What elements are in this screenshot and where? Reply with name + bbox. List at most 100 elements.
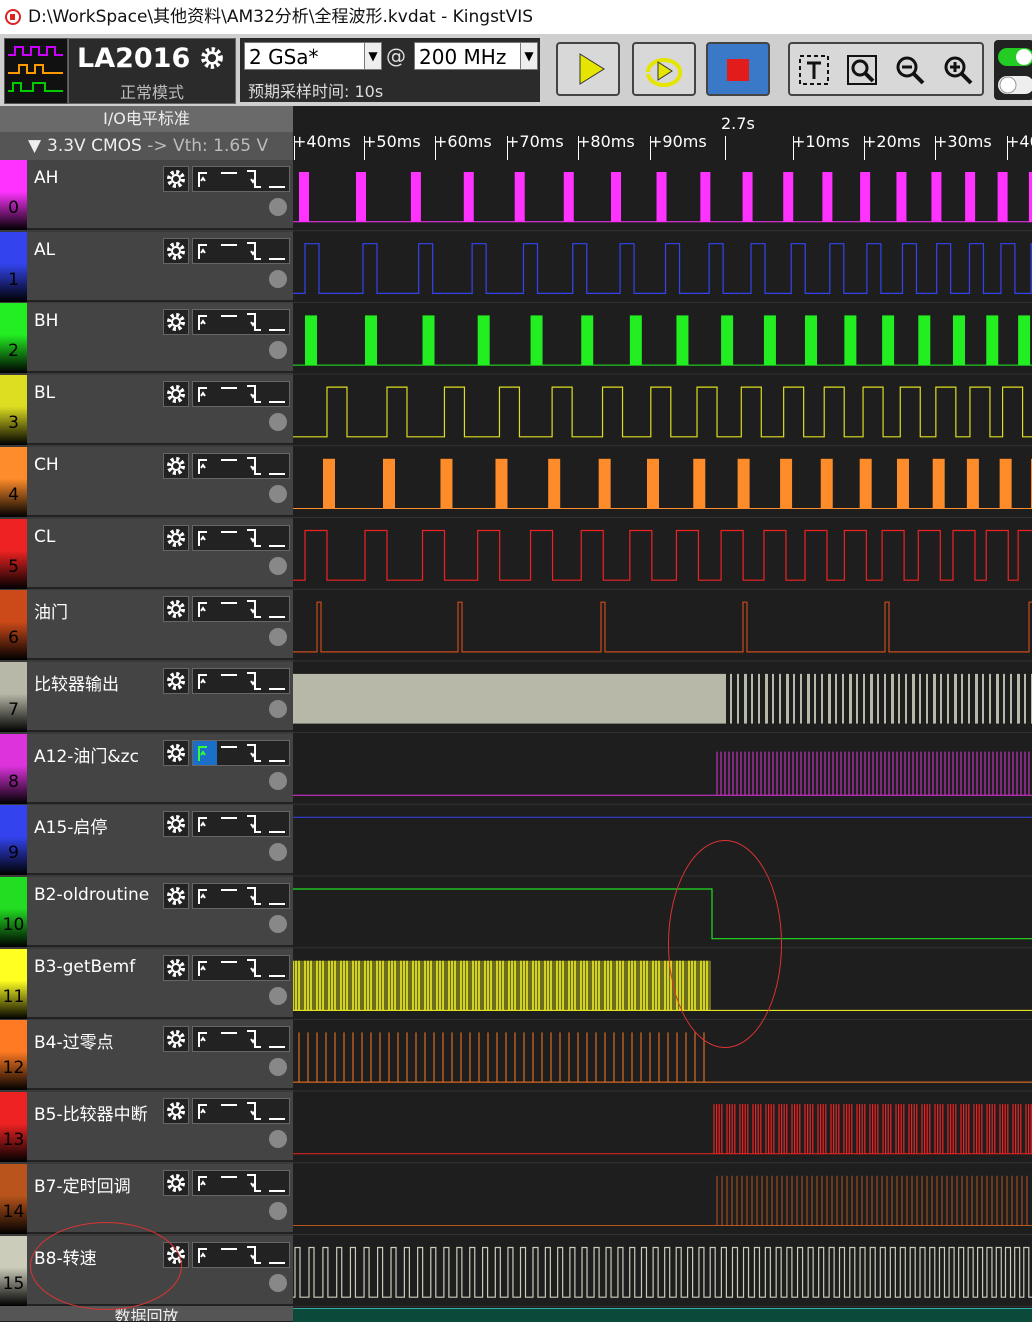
high-level-trigger-icon[interactable] xyxy=(217,956,241,980)
loop-start-button[interactable] xyxy=(632,42,696,96)
falling-edge-trigger-icon[interactable] xyxy=(241,1027,265,1051)
channel-enable-dot[interactable] xyxy=(269,915,287,933)
channel-name[interactable]: BH xyxy=(34,311,58,331)
channel-row[interactable]: 10 B2-oldroutine xyxy=(0,877,293,947)
low-level-trigger-icon[interactable] xyxy=(265,669,289,693)
rising-edge-trigger-icon[interactable] xyxy=(193,382,217,406)
channel-name[interactable]: BL xyxy=(34,383,55,403)
channel-name[interactable]: B4-过零点 xyxy=(34,1028,114,1053)
rising-edge-trigger-icon[interactable] xyxy=(193,310,217,334)
high-level-trigger-icon[interactable] xyxy=(217,239,241,263)
rising-edge-trigger-icon[interactable] xyxy=(193,526,217,550)
channel-row[interactable]: 13 B5-比较器中断 xyxy=(0,1092,293,1163)
channel-row[interactable]: 15 B8-转速 xyxy=(0,1235,293,1306)
gear-icon[interactable] xyxy=(163,1098,189,1125)
rising-edge-trigger-icon[interactable] xyxy=(193,597,217,621)
channel-name[interactable]: 比较器输出 xyxy=(34,670,119,695)
stop-button[interactable] xyxy=(706,42,770,96)
falling-edge-trigger-icon[interactable] xyxy=(241,454,265,478)
data-playback-label[interactable]: 数据回放 xyxy=(0,1306,293,1321)
high-level-trigger-icon[interactable] xyxy=(217,526,241,550)
high-level-trigger-icon[interactable] xyxy=(217,1171,241,1195)
falling-edge-trigger-icon[interactable] xyxy=(241,310,265,334)
gear-icon[interactable] xyxy=(163,811,189,838)
low-level-trigger-icon[interactable] xyxy=(265,310,289,334)
zoom-out-icon[interactable] xyxy=(894,54,926,86)
channel-enable-dot[interactable] xyxy=(269,1273,287,1292)
channel-name[interactable]: CL xyxy=(34,527,55,547)
overview-strip[interactable] xyxy=(293,1308,1032,1322)
gear-icon[interactable] xyxy=(163,237,189,264)
channel-enable-dot[interactable] xyxy=(269,843,287,862)
gear-icon[interactable] xyxy=(163,1026,189,1053)
falling-edge-trigger-icon[interactable] xyxy=(241,239,265,263)
gear-icon[interactable] xyxy=(163,452,189,479)
channel-enable-dot[interactable] xyxy=(269,484,287,503)
channel-name[interactable]: A12-油门&zc xyxy=(34,742,139,767)
channel-row[interactable]: 6 油门 xyxy=(0,590,293,661)
channel-enable-dot[interactable] xyxy=(269,413,287,432)
rising-edge-trigger-icon[interactable] xyxy=(193,740,217,765)
rising-edge-trigger-icon[interactable] xyxy=(193,884,217,908)
channel-row[interactable]: 3 BL xyxy=(0,375,293,446)
channel-row[interactable]: 11 B3-getBemf xyxy=(0,948,293,1019)
low-level-trigger-icon[interactable] xyxy=(265,884,289,908)
low-level-trigger-icon[interactable] xyxy=(265,167,289,191)
channel-enable-dot[interactable] xyxy=(269,1058,287,1077)
channel-enable-dot[interactable] xyxy=(269,986,287,1005)
sample-rate-select[interactable]: 2 GSa* ▼ xyxy=(244,42,382,70)
falling-edge-trigger-icon[interactable] xyxy=(241,956,265,980)
channel-row[interactable]: 0 AH xyxy=(0,160,293,230)
falling-edge-trigger-icon[interactable] xyxy=(241,669,265,693)
channel-name[interactable]: B7-定时回调 xyxy=(34,1172,131,1197)
gear-icon[interactable] xyxy=(163,309,189,336)
start-button[interactable] xyxy=(556,42,620,96)
channel-enable-dot[interactable] xyxy=(269,198,287,216)
device-mode[interactable]: 正常模式 xyxy=(69,79,235,103)
sample-frequency-select[interactable]: 200 MHz ▼ xyxy=(414,42,538,70)
channel-row[interactable]: 7 比较器输出 xyxy=(0,661,293,732)
channel-name[interactable]: CH xyxy=(34,455,59,475)
channel-name[interactable]: AH xyxy=(34,168,58,188)
rising-edge-trigger-icon[interactable] xyxy=(193,1027,217,1051)
gear-icon[interactable] xyxy=(163,1169,189,1196)
rising-edge-trigger-icon[interactable] xyxy=(193,454,217,478)
falling-edge-trigger-icon[interactable] xyxy=(241,597,265,621)
high-level-trigger-icon[interactable] xyxy=(217,454,241,478)
high-level-trigger-icon[interactable] xyxy=(217,741,241,765)
high-level-trigger-icon[interactable] xyxy=(217,1027,241,1051)
channel-name[interactable]: 油门 xyxy=(34,598,68,623)
channel-row[interactable]: 4 CH xyxy=(0,446,293,517)
rising-edge-trigger-icon[interactable] xyxy=(193,1243,217,1267)
falling-edge-trigger-icon[interactable] xyxy=(241,526,265,550)
time-ruler[interactable]: +40ms +50ms +60ms +70ms +80ms +90ms +10ms +20ms… xyxy=(293,106,1032,160)
zoom-in-icon[interactable] xyxy=(942,54,974,86)
low-level-trigger-icon[interactable] xyxy=(265,597,289,621)
high-level-trigger-icon[interactable] xyxy=(217,382,241,406)
rising-edge-trigger-icon[interactable] xyxy=(193,812,217,836)
low-level-trigger-icon[interactable] xyxy=(265,956,289,980)
channel-enable-dot[interactable] xyxy=(269,556,287,575)
channel-row[interactable]: 1 AL xyxy=(0,231,293,302)
low-level-trigger-icon[interactable] xyxy=(265,741,289,765)
channel-name[interactable]: A15-启停 xyxy=(34,813,107,838)
rising-edge-trigger-icon[interactable] xyxy=(193,956,217,980)
rising-edge-trigger-icon[interactable] xyxy=(193,167,217,191)
toggle-switch[interactable] xyxy=(994,40,1032,100)
high-level-trigger-icon[interactable] xyxy=(217,167,241,191)
falling-edge-trigger-icon[interactable] xyxy=(241,884,265,908)
rising-edge-trigger-icon[interactable] xyxy=(193,1099,217,1123)
device-settings-gear-icon[interactable] xyxy=(199,45,225,71)
rising-edge-trigger-icon[interactable] xyxy=(193,1171,217,1195)
low-level-trigger-icon[interactable] xyxy=(265,1171,289,1195)
gear-icon[interactable] xyxy=(163,667,189,694)
falling-edge-trigger-icon[interactable] xyxy=(241,167,265,191)
channel-row[interactable]: 14 B7-定时回调 xyxy=(0,1163,293,1234)
rising-edge-trigger-icon[interactable] xyxy=(193,669,217,693)
channel-row[interactable]: 8 A12-油门&zc xyxy=(0,733,293,804)
gear-icon[interactable] xyxy=(163,954,189,981)
gear-icon[interactable] xyxy=(163,739,189,766)
channel-name[interactable]: B3-getBemf xyxy=(34,957,135,977)
high-level-trigger-icon[interactable] xyxy=(217,310,241,334)
low-level-trigger-icon[interactable] xyxy=(265,526,289,550)
